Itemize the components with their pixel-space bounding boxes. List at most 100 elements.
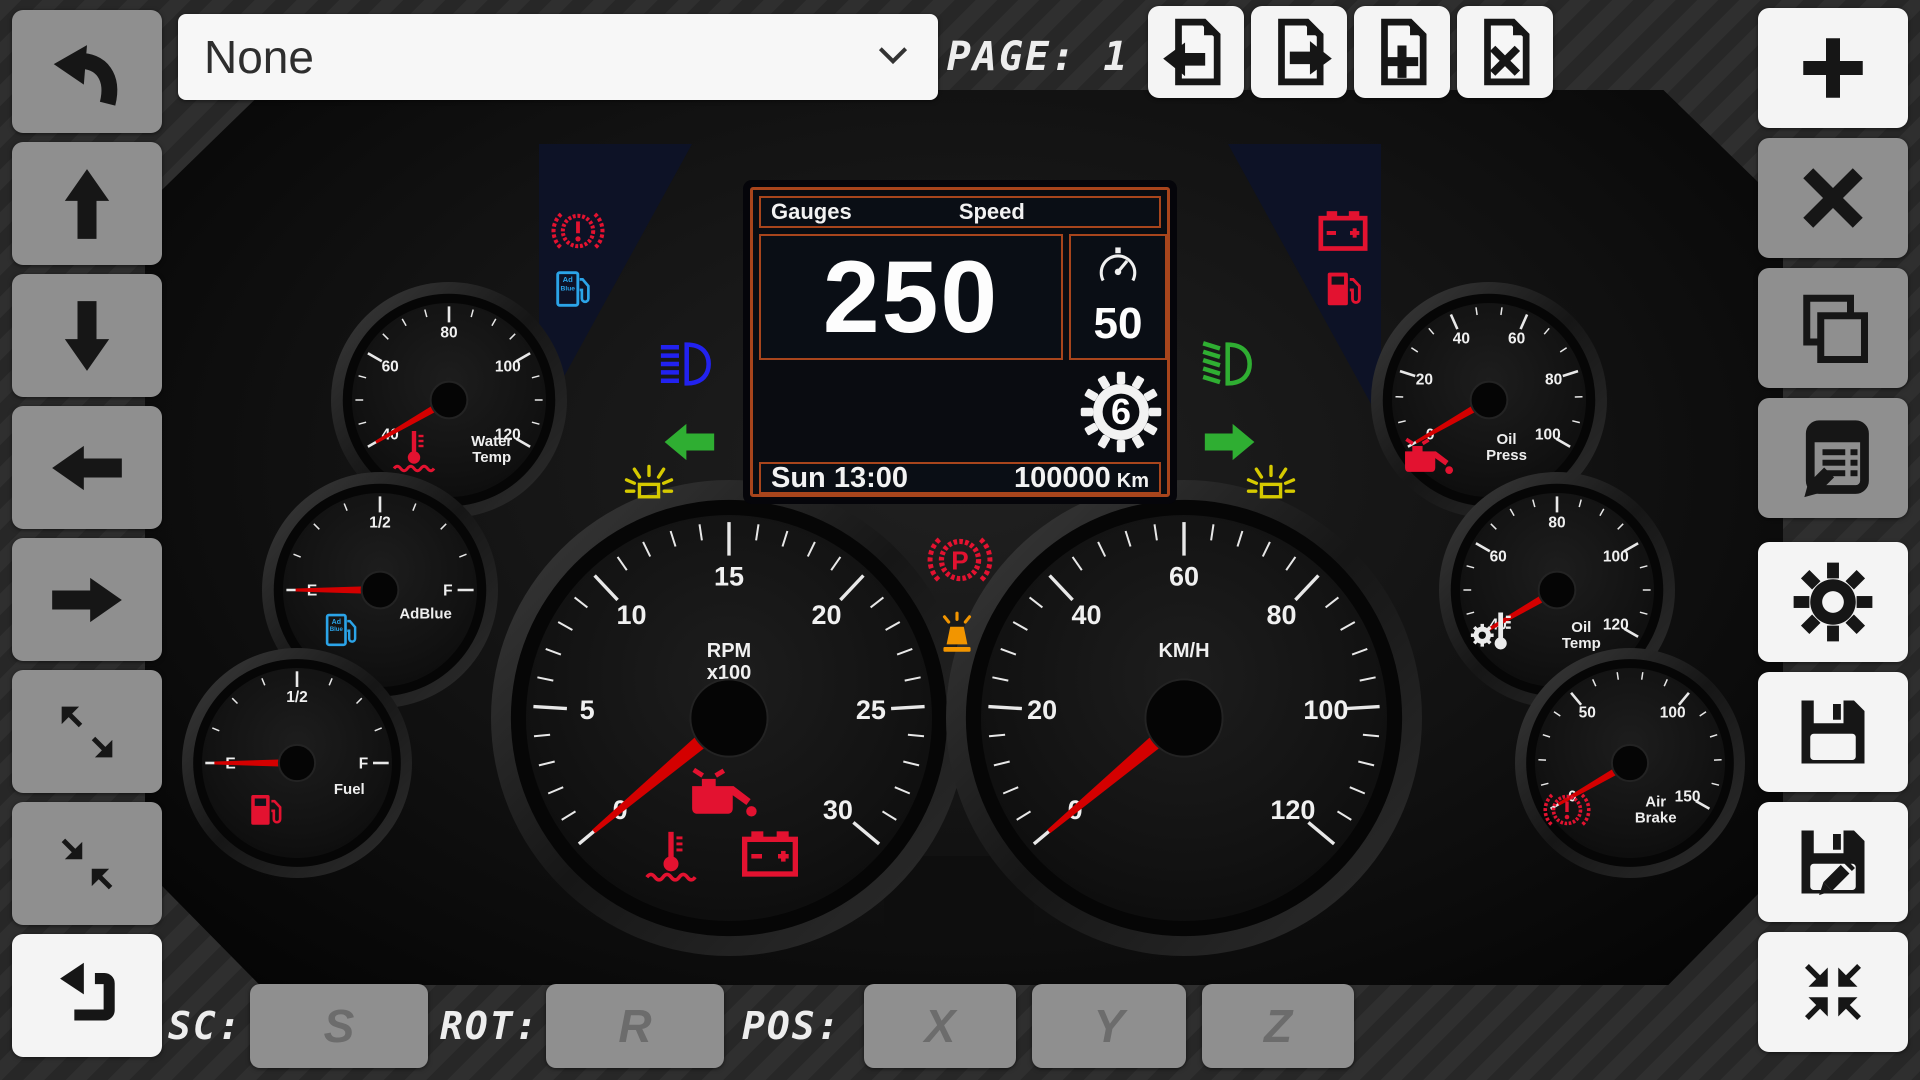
rotate-button-label: R [618, 999, 651, 1053]
display-footer: Sun 13:00 100000Km [759, 462, 1161, 494]
svg-text:1/2: 1/2 [369, 515, 391, 532]
svg-text:20: 20 [1416, 371, 1433, 388]
size-decrease-button[interactable] [12, 802, 162, 925]
cruise-speed-value: 50 [1094, 299, 1143, 349]
axis-z-button[interactable]: Z [1202, 984, 1354, 1068]
svg-text:F: F [359, 755, 368, 772]
save-button[interactable] [1758, 672, 1908, 792]
svg-text:60: 60 [1490, 549, 1507, 566]
svg-text:25: 25 [856, 695, 886, 725]
cruise-control-icon [1095, 246, 1141, 297]
collapse-ui-button[interactable] [1758, 932, 1908, 1052]
gauge-air-brake[interactable]: 050100150AirBrake [1514, 647, 1746, 879]
odometer-unit: Km [1117, 470, 1149, 493]
odometer: 100000Km [1014, 462, 1149, 495]
svg-text:60: 60 [1169, 561, 1199, 591]
position-label: POS: [742, 1004, 842, 1048]
cruise-panel: 50 [1069, 234, 1167, 360]
display-page-name: Gauges [771, 199, 852, 225]
svg-text:Blue: Blue [561, 285, 576, 292]
beacon-indicator[interactable] [932, 609, 982, 659]
page-delete-button[interactable] [1457, 6, 1553, 98]
axis-y-label: Y [1094, 999, 1125, 1053]
svg-text:40: 40 [1453, 330, 1470, 347]
svg-text:F: F [443, 582, 452, 599]
high-beam-indicator[interactable] [657, 333, 719, 395]
save-as-button[interactable] [1758, 802, 1908, 922]
parking-light-right-indicator[interactable] [1244, 454, 1298, 508]
oil-press-gauge-icon[interactable] [1399, 426, 1457, 484]
svg-text:10: 10 [616, 600, 646, 630]
rotate-label: ROT: [440, 1004, 540, 1048]
edit-properties-button[interactable] [1758, 398, 1908, 518]
svg-text:Water: Water [471, 433, 512, 450]
svg-text:100: 100 [1603, 549, 1629, 566]
water-temp-gauge-icon[interactable] [390, 427, 438, 475]
low-beam-indicator[interactable] [1198, 333, 1260, 395]
svg-text:100: 100 [495, 359, 521, 376]
parking-brake-indicator[interactable]: P [927, 527, 993, 593]
svg-text:Blue: Blue [330, 626, 344, 633]
svg-text:Oil: Oil [1496, 431, 1516, 448]
delete-widget-button[interactable] [1758, 138, 1908, 258]
move-right-button[interactable] [12, 538, 162, 661]
page-label: PAGE: 1 [938, 34, 1138, 80]
duplicate-widget-button[interactable] [1758, 268, 1908, 388]
svg-text:5: 5 [580, 695, 595, 725]
fuel-gauge-icon[interactable] [246, 788, 288, 830]
svg-text:Temp: Temp [472, 449, 511, 466]
display-clock: Sun 13:00 [771, 462, 908, 495]
svg-text:Ad: Ad [563, 275, 574, 284]
size-increase-button[interactable] [12, 670, 162, 793]
scale-button[interactable]: S [250, 984, 428, 1068]
axis-y-button[interactable]: Y [1032, 984, 1186, 1068]
svg-text:AdBlue: AdBlue [399, 606, 452, 623]
axis-x-label: X [925, 999, 956, 1053]
brake-warning-indicator[interactable] [551, 204, 605, 258]
oil-pressure-warning-icon[interactable] [684, 752, 762, 830]
move-up-button[interactable] [12, 142, 162, 265]
svg-text:80: 80 [440, 325, 457, 342]
back-button[interactable] [12, 934, 162, 1057]
axis-x-button[interactable]: X [864, 984, 1016, 1068]
svg-text:Oil: Oil [1571, 619, 1591, 636]
svg-text:120: 120 [1270, 795, 1315, 825]
axis-z-label: Z [1264, 999, 1292, 1053]
rotate-button[interactable]: R [546, 984, 724, 1068]
page-next-button[interactable] [1251, 6, 1347, 98]
svg-text:Brake: Brake [1635, 809, 1677, 826]
air-brake-gauge-icon[interactable] [1543, 786, 1591, 834]
display-speed-value: 250 [823, 239, 999, 356]
adblue-low-indicator[interactable]: AdBlue [551, 265, 597, 311]
info-display-widget[interactable]: Gauges Speed 250 50 6 Sun 13:00 100000Km [750, 187, 1170, 497]
svg-text:KM/H: KM/H [1158, 640, 1209, 662]
settings-button[interactable] [1758, 542, 1908, 662]
gauge-speedometer[interactable]: 020406080100120KM/H [945, 479, 1423, 957]
svg-text:P: P [951, 546, 968, 576]
svg-text:80: 80 [1548, 515, 1565, 532]
gauge-tachometer[interactable]: 051015202530RPMx100 [490, 479, 968, 957]
undo-button[interactable] [12, 10, 162, 133]
display-speed-panel: 250 [759, 234, 1063, 360]
fuel-low-indicator[interactable] [1322, 265, 1368, 311]
chevron-down-icon [874, 36, 912, 79]
move-down-button[interactable] [12, 274, 162, 397]
move-left-button[interactable] [12, 406, 162, 529]
display-header: Gauges Speed [759, 196, 1161, 228]
scale-button-label: S [324, 999, 355, 1053]
page-add-button[interactable] [1354, 6, 1450, 98]
adblue-gauge-icon[interactable]: AdBlue [321, 608, 363, 650]
oil-temp-gauge-icon[interactable] [1466, 606, 1518, 658]
page-previous-button[interactable] [1148, 6, 1244, 98]
add-widget-button[interactable] [1758, 8, 1908, 128]
svg-text:Air: Air [1645, 793, 1666, 810]
coolant-temp-warning-icon[interactable] [642, 827, 700, 885]
gauge-fuel[interactable]: E1/2FFuel [181, 647, 413, 879]
svg-text:100: 100 [1303, 695, 1348, 725]
widget-type-dropdown[interactable]: None [178, 14, 938, 100]
parking-light-left-indicator[interactable] [622, 454, 676, 508]
gear-indicator: 6 [1079, 370, 1163, 454]
battery-warning-indicator[interactable] [1315, 203, 1371, 259]
battery-tach-warning-icon[interactable] [738, 822, 802, 886]
svg-text:30: 30 [823, 795, 853, 825]
